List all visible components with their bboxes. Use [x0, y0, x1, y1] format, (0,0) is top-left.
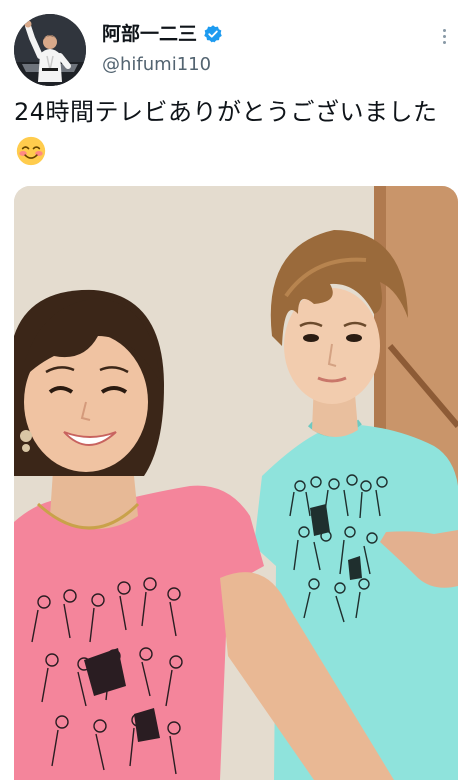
handle[interactable]: @hifumi110 [102, 54, 211, 76]
display-name[interactable]: 阿部一二三 [102, 22, 197, 46]
tweet-card[interactable]: 阿部一二三 @hifumi110 24時間テレビありがとうございました [0, 0, 474, 780]
avatar[interactable] [14, 14, 86, 86]
tweet-photo[interactable] [14, 186, 458, 780]
author-name-row[interactable]: 阿部一二三 [102, 22, 223, 46]
more-options-button[interactable] [430, 22, 458, 50]
tweet-text-content: 24時間テレビありがとうございました [14, 98, 438, 126]
verified-badge-icon [204, 25, 222, 43]
more-options-icon [442, 27, 446, 45]
avatar-image [14, 14, 86, 86]
selfie-photo [14, 186, 458, 780]
smiling-face-with-blush-emoji [16, 136, 46, 166]
tweet-text: 24時間テレビありがとうございました [14, 92, 458, 172]
